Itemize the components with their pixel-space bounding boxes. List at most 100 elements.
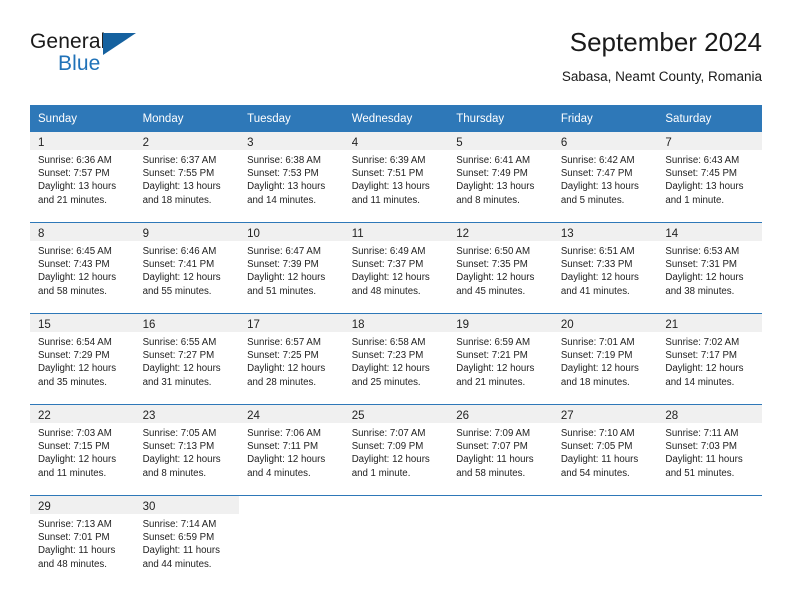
day-number-band: 5 bbox=[448, 132, 553, 150]
day-cell[interactable]: 22 Sunrise: 7:03 AM Sunset: 7:15 PM Dayligh… bbox=[30, 405, 135, 495]
daylight-text-cont: and 38 minutes. bbox=[665, 285, 735, 297]
calendar-cell: 14 Sunrise: 6:53 AM Sunset: 7:31 PM Dayligh… bbox=[657, 222, 762, 314]
day-detail-lines: Sunrise: 7:10 AM Sunset: 7:05 PM Daylight:… bbox=[553, 423, 658, 480]
day-cell[interactable]: 12 Sunrise: 6:50 AM Sunset: 7:35 PM Dayligh… bbox=[448, 223, 553, 313]
daylight-text-cont: and 58 minutes. bbox=[38, 285, 107, 297]
day-number: 23 bbox=[142, 410, 156, 422]
calendar-cell: 3 Sunrise: 6:38 AM Sunset: 7:53 PM Daylight… bbox=[239, 132, 344, 223]
day-cell[interactable]: 10 Sunrise: 6:47 AM Sunset: 7:39 PM Dayligh… bbox=[239, 223, 344, 313]
day-number-band: 24 bbox=[239, 405, 344, 423]
daylight-text: Daylight: 12 hours bbox=[142, 363, 221, 375]
day-number-band: 28 bbox=[657, 405, 762, 423]
day-cell[interactable]: 14 Sunrise: 6:53 AM Sunset: 7:31 PM Dayligh… bbox=[657, 223, 762, 313]
daylight-text: Daylight: 13 hours bbox=[247, 181, 326, 193]
day-detail-lines: Sunrise: 7:01 AM Sunset: 7:19 PM Daylight:… bbox=[553, 332, 658, 389]
day-detail-lines: Sunrise: 7:14 AM Sunset: 6:59 PM Daylight:… bbox=[135, 514, 240, 571]
sunset-text: Sunset: 7:29 PM bbox=[38, 350, 110, 362]
day-cell[interactable]: 21 Sunrise: 7:02 AM Sunset: 7:17 PM Dayligh… bbox=[657, 314, 762, 404]
calendar-body: 1 Sunrise: 6:36 AM Sunset: 7:57 PM Daylight… bbox=[30, 132, 762, 586]
day-cell[interactable]: 18 Sunrise: 6:58 AM Sunset: 7:23 PM Dayligh… bbox=[343, 314, 449, 404]
calendar-cell: 28 Sunrise: 7:11 AM Sunset: 7:03 PM Dayligh… bbox=[657, 404, 762, 496]
day-number-band: 8 bbox=[30, 223, 135, 241]
sunset-text: Sunset: 7:37 PM bbox=[351, 259, 424, 271]
daylight-text-cont: and 14 minutes. bbox=[665, 376, 735, 388]
sunrise-text: Sunrise: 6:57 AM bbox=[247, 337, 321, 348]
sunrise-text: Sunrise: 6:46 AM bbox=[142, 246, 217, 257]
day-cell[interactable]: 28 Sunrise: 7:11 AM Sunset: 7:03 PM Dayligh… bbox=[657, 405, 762, 495]
day-cell[interactable]: 4 Sunrise: 6:39 AM Sunset: 7:51 PM Daylight… bbox=[343, 132, 449, 222]
page-subtitle: Sabasa, Neamt County, Romania bbox=[561, 69, 762, 84]
day-cell[interactable]: 15 Sunrise: 6:54 AM Sunset: 7:29 PM Dayligh… bbox=[30, 314, 135, 404]
day-cell[interactable]: 3 Sunrise: 6:38 AM Sunset: 7:53 PM Daylight… bbox=[239, 132, 344, 222]
day-number-band: 29 bbox=[30, 496, 135, 514]
day-cell[interactable]: 2 Sunrise: 6:37 AM Sunset: 7:55 PM Daylight… bbox=[134, 132, 240, 222]
day-cell[interactable]: 17 Sunrise: 6:57 AM Sunset: 7:25 PM Dayligh… bbox=[239, 314, 344, 404]
page-header: General Blue September 2024 Sabasa, Neam… bbox=[30, 26, 762, 98]
day-cell[interactable]: 5 Sunrise: 6:41 AM Sunset: 7:49 PM Daylight… bbox=[448, 132, 553, 222]
daylight-text-cont: and 4 minutes. bbox=[247, 467, 311, 479]
sunrise-text: Sunrise: 7:10 AM bbox=[560, 428, 635, 439]
day-number-band: 6 bbox=[552, 132, 658, 150]
day-cell[interactable]: 30 Sunrise: 7:14 AM Sunset: 6:59 PM Dayligh… bbox=[134, 496, 240, 586]
sunset-text: Sunset: 7:19 PM bbox=[560, 350, 633, 362]
sunset-text: Sunset: 7:41 PM bbox=[142, 259, 215, 271]
sunset-text: Sunset: 7:11 PM bbox=[247, 441, 319, 453]
calendar-cell: 20 Sunrise: 7:01 AM Sunset: 7:19 PM Dayligh… bbox=[552, 313, 658, 405]
day-number-band: 4 bbox=[343, 132, 449, 150]
day-cell[interactable]: 25 Sunrise: 7:07 AM Sunset: 7:09 PM Dayligh… bbox=[343, 405, 449, 495]
day-cell[interactable]: 29 Sunrise: 7:13 AM Sunset: 7:01 PM Dayligh… bbox=[30, 496, 135, 586]
day-cell[interactable]: 23 Sunrise: 7:05 AM Sunset: 7:13 PM Dayligh… bbox=[134, 405, 240, 495]
day-detail-lines: Sunrise: 6:57 AM Sunset: 7:25 PM Daylight:… bbox=[239, 332, 344, 389]
sunset-text: Sunset: 7:21 PM bbox=[456, 350, 528, 362]
daylight-text: Daylight: 12 hours bbox=[456, 272, 535, 284]
daylight-text-cont: and 18 minutes. bbox=[142, 194, 212, 206]
day-number-band bbox=[239, 496, 344, 514]
day-detail-lines: Sunrise: 6:51 AM Sunset: 7:33 PM Daylight:… bbox=[553, 241, 658, 298]
day-number-band bbox=[344, 496, 449, 514]
day-cell[interactable]: 11 Sunrise: 6:49 AM Sunset: 7:37 PM Dayligh… bbox=[343, 223, 449, 313]
daylight-text-cont: and 48 minutes. bbox=[38, 558, 107, 570]
daylight-text-cont: and 35 minutes. bbox=[38, 376, 107, 388]
day-cell[interactable]: 1 Sunrise: 6:36 AM Sunset: 7:57 PM Daylight… bbox=[30, 132, 135, 222]
daylight-text-cont: and 1 minute. bbox=[665, 194, 725, 206]
day-cell[interactable]: 27 Sunrise: 7:10 AM Sunset: 7:05 PM Dayligh… bbox=[552, 405, 658, 495]
day-cell[interactable]: 7 Sunrise: 6:43 AM Sunset: 7:45 PM Daylight… bbox=[657, 132, 762, 222]
sunset-text: Sunset: 7:33 PM bbox=[560, 259, 633, 271]
sunrise-text: Sunrise: 7:06 AM bbox=[247, 428, 321, 439]
day-cell[interactable]: 13 Sunrise: 6:51 AM Sunset: 7:33 PM Dayligh… bbox=[552, 223, 658, 313]
daylight-text-cont: and 11 minutes. bbox=[351, 194, 420, 206]
calendar-cell: 1 Sunrise: 6:36 AM Sunset: 7:57 PM Daylight… bbox=[30, 132, 135, 223]
day-cell[interactable]: 16 Sunrise: 6:55 AM Sunset: 7:27 PM Dayligh… bbox=[134, 314, 240, 404]
daylight-text: Daylight: 11 hours bbox=[560, 454, 639, 466]
sunrise-text: Sunrise: 6:47 AM bbox=[247, 246, 321, 257]
sunset-text: Sunset: 7:51 PM bbox=[351, 168, 424, 180]
daylight-text-cont: and 25 minutes. bbox=[351, 376, 421, 388]
day-cell[interactable]: 26 Sunrise: 7:09 AM Sunset: 7:07 PM Dayligh… bbox=[448, 405, 553, 495]
calendar-week-row: 15 Sunrise: 6:54 AM Sunset: 7:29 PM Dayligh… bbox=[30, 313, 762, 405]
sunrise-text: Sunrise: 7:07 AM bbox=[351, 428, 426, 439]
day-cell[interactable]: 6 Sunrise: 6:42 AM Sunset: 7:47 PM Daylight… bbox=[552, 132, 658, 222]
day-cell[interactable]: 20 Sunrise: 7:01 AM Sunset: 7:19 PM Dayligh… bbox=[552, 314, 658, 404]
brand-logo[interactable]: General Blue bbox=[30, 26, 250, 86]
day-cell[interactable]: 8 Sunrise: 6:45 AM Sunset: 7:43 PM Daylight… bbox=[30, 223, 135, 313]
day-detail-lines bbox=[553, 514, 658, 518]
day-number: 27 bbox=[560, 410, 574, 422]
day-cell[interactable]: 19 Sunrise: 6:59 AM Sunset: 7:21 PM Dayligh… bbox=[448, 314, 553, 404]
day-detail-lines bbox=[239, 514, 344, 518]
sunrise-text: Sunrise: 6:42 AM bbox=[560, 155, 635, 166]
daylight-text-cont: and 11 minutes. bbox=[38, 467, 107, 479]
day-cell[interactable]: 24 Sunrise: 7:06 AM Sunset: 7:11 PM Dayligh… bbox=[239, 405, 344, 495]
day-cell[interactable]: 9 Sunrise: 6:46 AM Sunset: 7:41 PM Daylight… bbox=[134, 223, 240, 313]
sunset-text: Sunset: 7:09 PM bbox=[351, 441, 424, 453]
day-number-band: 2 bbox=[134, 132, 240, 150]
calendar-week-row: 1 Sunrise: 6:36 AM Sunset: 7:57 PM Daylight… bbox=[30, 132, 762, 223]
sunset-text: Sunset: 7:25 PM bbox=[247, 350, 319, 362]
day-number: 26 bbox=[456, 410, 470, 422]
day-detail-lines: Sunrise: 6:47 AM Sunset: 7:39 PM Daylight:… bbox=[239, 241, 344, 298]
day-number: 18 bbox=[351, 319, 365, 331]
day-number: 19 bbox=[456, 319, 470, 331]
day-number: 5 bbox=[456, 137, 463, 149]
day-number-band: 14 bbox=[657, 223, 762, 241]
sunrise-text: Sunrise: 6:41 AM bbox=[456, 155, 531, 166]
day-number-band: 30 bbox=[134, 496, 240, 514]
